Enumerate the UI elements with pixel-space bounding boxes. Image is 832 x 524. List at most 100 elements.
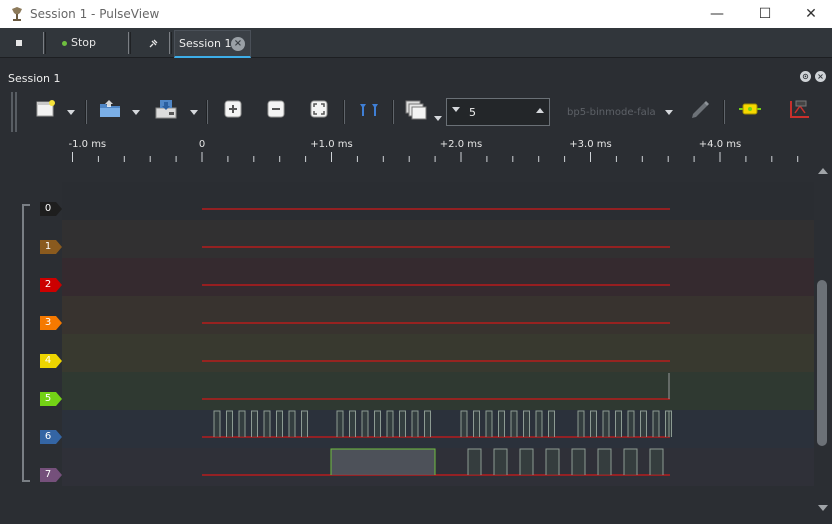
- channel-6-pulse: [263, 410, 271, 437]
- toolbar-separator: [43, 32, 46, 54]
- cursor-button[interactable]: [357, 98, 381, 124]
- save-icon: [155, 100, 177, 119]
- channel-6-pulse: [602, 410, 610, 437]
- toolbar-separator: [128, 32, 131, 54]
- trace-viewport[interactable]: [62, 168, 814, 522]
- channel-band-6: [62, 410, 814, 448]
- toolbar-separator: [343, 100, 345, 124]
- zoom-fit-button[interactable]: [308, 98, 330, 124]
- channel-7-pulse: [649, 448, 664, 475]
- toolbar-separator: [392, 100, 394, 124]
- channel-name: 1: [40, 240, 56, 254]
- decoder-button[interactable]: [788, 98, 812, 124]
- channel-7-pulse: [519, 448, 534, 475]
- channel-band-5: [62, 372, 814, 410]
- zoom-fit-icon: [310, 100, 328, 118]
- channel-label-7[interactable]: 7: [40, 468, 64, 482]
- channel-6-pulse: [590, 410, 597, 437]
- run-stop-label: Stop: [71, 36, 97, 49]
- scroll-up-icon[interactable]: [818, 168, 828, 174]
- unit-dropdown-icon[interactable]: [452, 107, 460, 112]
- channel-label-3[interactable]: 3: [40, 316, 64, 330]
- channel-6-pulse: [640, 410, 647, 437]
- device-selector[interactable]: bp5-binmode-fala: [567, 107, 656, 118]
- channel-group-bracket[interactable]: [22, 204, 30, 482]
- channel-6-pulse: [361, 410, 369, 437]
- channel-7-pulse: [493, 448, 508, 475]
- spin-up-icon[interactable]: [536, 108, 544, 113]
- maximize-button[interactable]: ☐: [742, 0, 788, 28]
- channel-6-pulse: [510, 410, 518, 437]
- channel-6-pulse: [615, 410, 622, 437]
- zoom-in-button[interactable]: [222, 98, 244, 124]
- new-view-button[interactable]: [35, 98, 57, 124]
- pin-icon: [149, 39, 158, 47]
- toolbar-separator: [723, 100, 725, 124]
- scroll-thumb[interactable]: [817, 280, 827, 446]
- channel-6-pulse: [411, 410, 419, 437]
- channel-7-pulse: [597, 448, 612, 475]
- channel-6-pulse: [288, 410, 296, 437]
- time-ruler[interactable]: -1.0 ms 0 +1.0 ms +2.0 ms +3.0 ms +4.0 ms: [62, 134, 814, 168]
- new-view-icon: [36, 100, 55, 117]
- channel-label-6[interactable]: 6: [40, 430, 64, 444]
- device-dropdown-icon[interactable]: [665, 110, 673, 115]
- channel-7-pulse: [545, 448, 560, 475]
- channel-name: 2: [40, 278, 56, 292]
- run-stop-button[interactable]: Stop: [62, 28, 96, 58]
- pulseview-icon: [12, 7, 22, 21]
- vertical-scrollbar[interactable]: [814, 168, 832, 522]
- session-title: Session 1: [8, 72, 61, 85]
- samples-value: 5: [469, 106, 476, 119]
- channel-name: 3: [40, 316, 56, 330]
- channel-label-5[interactable]: 5: [40, 392, 64, 406]
- channel-band-0: [62, 182, 814, 220]
- zoom-out-icon: [267, 100, 285, 118]
- minimize-button[interactable]: —: [694, 0, 740, 28]
- samples-spinbox[interactable]: 5: [446, 98, 550, 126]
- close-window-button[interactable]: ✕: [788, 0, 832, 28]
- tab-close-icon[interactable]: ×: [231, 37, 245, 51]
- sample-count-dropdown-icon[interactable]: [434, 116, 442, 121]
- window-title: Session 1 - PulseView: [30, 7, 160, 21]
- channel-band-3: [62, 296, 814, 334]
- toolbar-grip[interactable]: [11, 92, 17, 132]
- cursor-icon: [360, 104, 378, 116]
- channel-6-pulse: [301, 410, 308, 437]
- channel-label-2[interactable]: 2: [40, 278, 64, 292]
- sample-count-button[interactable]: [404, 98, 430, 124]
- tab-session-1[interactable]: Session 1 ×: [174, 30, 251, 58]
- open-dropdown-icon[interactable]: [132, 110, 140, 115]
- channel-6-pulse: [336, 410, 344, 437]
- channel-6-pulse: [535, 410, 543, 437]
- ruler-tick-label: 0: [198, 139, 206, 150]
- zoom-out-button[interactable]: [265, 98, 287, 124]
- float-dock-icon[interactable]: ⊙: [800, 71, 811, 82]
- channel-band-7: [62, 448, 814, 486]
- save-dropdown-icon[interactable]: [190, 110, 198, 115]
- channel-label-0[interactable]: 0: [40, 202, 64, 216]
- channel-6-pulse: [498, 410, 505, 437]
- channel-name: 5: [40, 392, 56, 406]
- save-button[interactable]: [154, 98, 178, 124]
- open-button[interactable]: [98, 98, 122, 124]
- tab-session-label: Session 1: [179, 37, 232, 50]
- channel-label-1[interactable]: 1: [40, 240, 64, 254]
- scroll-down-icon[interactable]: [818, 505, 828, 511]
- new-view-dropdown-icon[interactable]: [67, 110, 75, 115]
- channel-6-pulse: [652, 410, 660, 437]
- channels-button[interactable]: [738, 98, 762, 124]
- channel-label-4[interactable]: 4: [40, 354, 64, 368]
- channel-name: 6: [40, 430, 56, 444]
- session-dock-header: Session 1 ⊙ ×: [0, 66, 832, 88]
- ruler-tick-label: +4.0 ms: [698, 139, 742, 150]
- channel-6-pulse: [349, 410, 356, 437]
- channel-labels: 0 1 2 3 4 5 6 7: [0, 168, 62, 522]
- device-config-button[interactable]: [688, 98, 712, 124]
- pin-button[interactable]: [149, 28, 158, 58]
- close-dock-icon[interactable]: ×: [815, 71, 826, 82]
- stop-square-icon[interactable]: [16, 40, 22, 46]
- channel-6-pulse: [627, 410, 635, 437]
- status-dot-icon: [62, 40, 67, 46]
- zoom-in-icon: [224, 100, 242, 118]
